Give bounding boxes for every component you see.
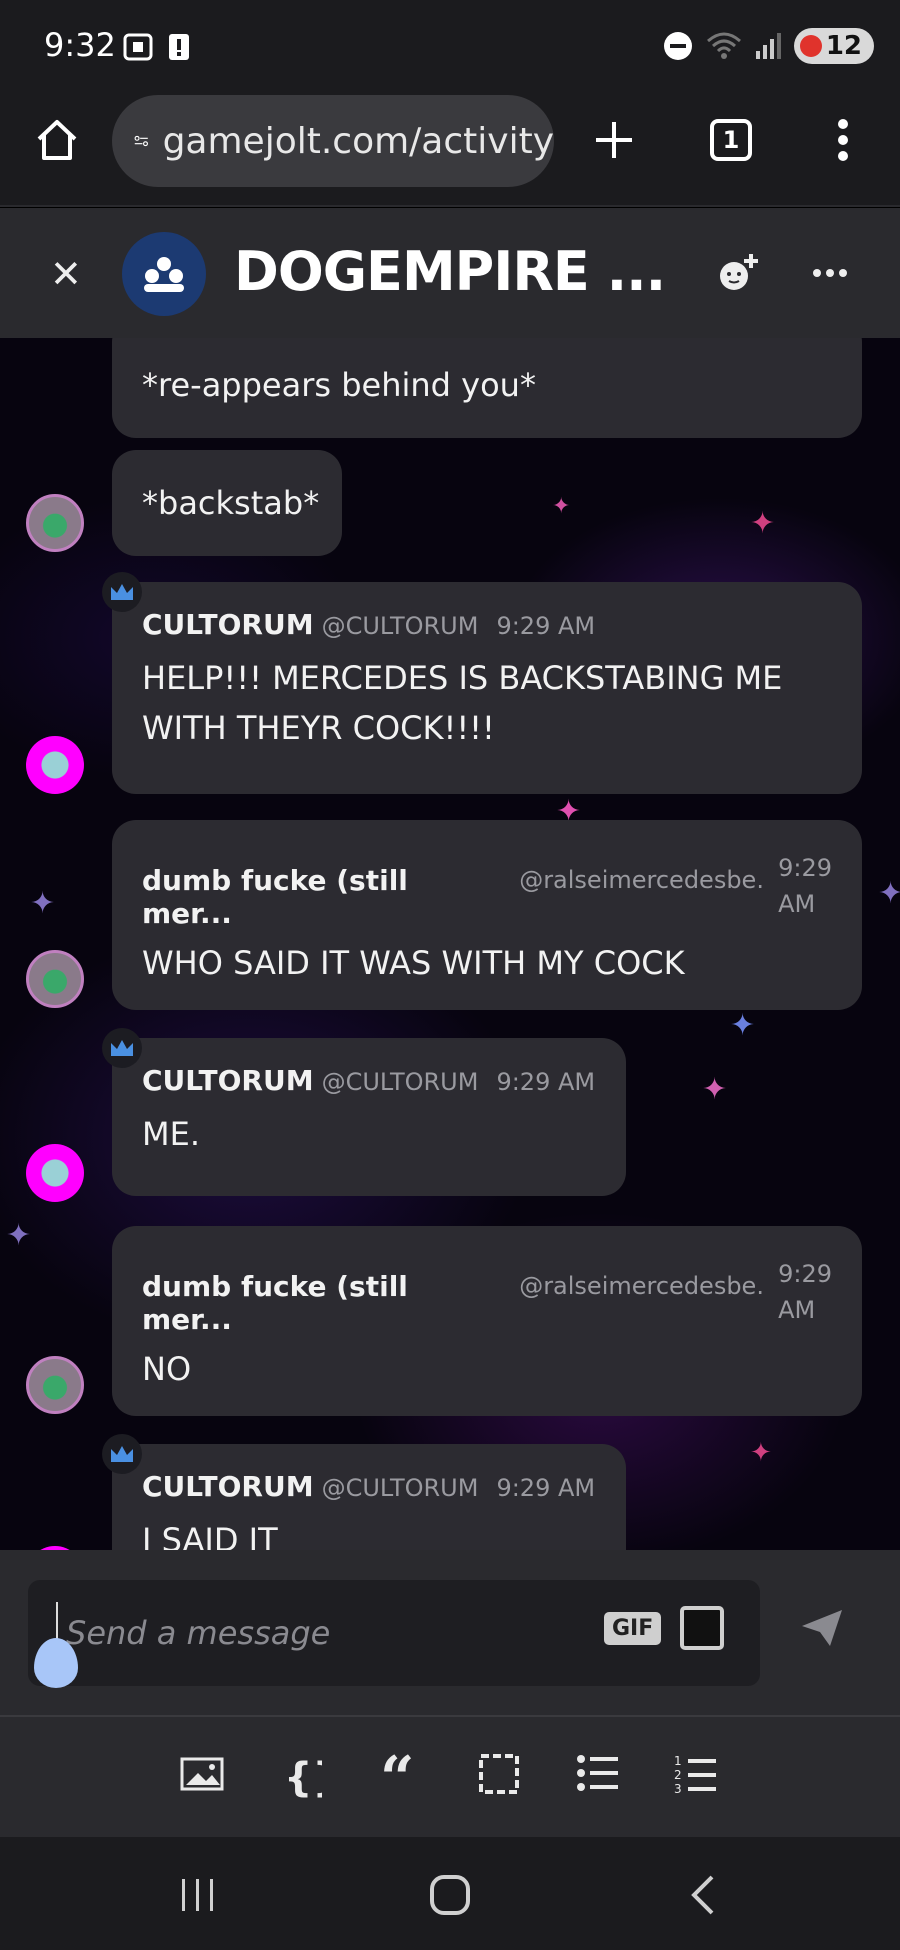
url-text: gamejolt.com/activity [162,120,554,162]
message-bubble[interactable]: *backstab* [112,450,342,556]
message-time-suffix: AM [778,890,816,918]
browser-toolbar: gamejolt.com/activity 1 [0,95,900,207]
battery-level: 12 [825,31,862,61]
message-author[interactable]: dumb fucke (still mer... [142,1270,497,1336]
message-bubble[interactable]: CULTORUM @CULTORUM 9:29 AM HELP!!! MERCEDE… [112,582,862,794]
message-handle[interactable]: @CULTORUM [322,612,479,640]
signal-icon [755,33,781,59]
sparkle-decoration: ✦ [878,876,900,911]
message-bubble[interactable]: dumb fucke (still mer... @ralseimercedes… [112,1226,862,1416]
more-options-icon[interactable] [836,117,850,163]
message-bubble[interactable]: CULTORUM @CULTORUM 9:29 AM I SAID IT [112,1444,626,1550]
message-placeholder: Send a message [66,1614,331,1652]
message-handle[interactable]: @CULTORUM [322,1068,479,1096]
gif-button[interactable]: GIF [604,1612,662,1645]
system-navigation-bar [0,1837,900,1950]
recent-apps-icon[interactable] [178,1875,218,1915]
message-text: *backstab* [142,484,320,522]
sparkle-decoration: ✦ [750,1438,772,1468]
message-text: I SAID IT [142,1521,278,1550]
message-handle[interactable]: @CULTORUM [322,1474,479,1502]
message-time-suffix: AM [778,1296,816,1324]
home-nav-icon[interactable] [428,1875,472,1915]
numbered-list-icon[interactable]: 123 [674,1753,718,1797]
send-icon[interactable] [800,1608,844,1648]
avatar[interactable] [26,736,84,794]
sparkle-decoration: ✦ [730,1008,756,1043]
sparkle-decoration: ✦ [6,1218,32,1253]
svg-text:“: “ [380,1753,415,1793]
chat-options-icon[interactable] [812,268,848,278]
avatar[interactable] [26,950,84,1008]
message-time: 9:29 AM [496,612,596,640]
group-icon [144,257,184,292]
message-time: 9:29 [778,1260,832,1288]
message-handle[interactable]: @ralseimercedesbe... [519,866,762,894]
status-bar: 9:32 12 [0,0,900,95]
sticker-button[interactable] [680,1606,724,1650]
status-time: 9:32 [44,26,116,64]
site-settings-icon[interactable] [134,126,149,156]
message-handle[interactable]: @ralseimercedesbe... [519,1272,762,1300]
bullet-list-icon[interactable] [576,1753,620,1793]
back-icon[interactable] [688,1875,718,1915]
spoiler-icon[interactable] [478,1753,520,1795]
message-time: 9:29 AM [496,1474,596,1502]
code-block-icon[interactable]: {} [282,1753,322,1799]
sparkle-decoration: ✦ [30,886,56,921]
image-icon[interactable] [180,1753,228,1793]
crown-icon [102,1434,142,1474]
crown-icon [102,1028,142,1068]
sparkle-decoration: ✦ [702,1072,728,1107]
alert-icon [169,34,189,60]
battery-indicator: 12 [793,28,874,64]
battery-saver-icon [799,35,822,57]
message-text: NO [142,1350,192,1388]
svg-text:1: 1 [674,1754,682,1768]
message-text: WITH THEYR COCK!!!! [142,709,495,747]
message-bubble[interactable]: *re-appears behind you* [112,338,862,438]
message-time: 9:29 AM [496,1068,596,1096]
message-text: WHO SAID IT WAS WITH MY COCK [142,944,685,982]
avatar[interactable] [26,494,84,552]
tab-count: 1 [722,126,740,154]
tab-switcher-button[interactable]: 1 [710,119,752,161]
home-icon[interactable] [34,117,80,163]
svg-text:{}: {} [284,1755,322,1799]
message-input[interactable]: Send a message GIF [28,1580,760,1688]
quote-icon[interactable]: “ [380,1753,420,1793]
formatting-toolbar: {} “ 123 [0,1715,900,1837]
close-icon[interactable]: ✕ [50,252,82,296]
chat-title[interactable]: DOGEMPIRE ... [234,240,666,303]
message-bubble[interactable]: dumb fucke (still mer... @ralseimercedes… [112,820,862,1010]
status-notification-icons [122,32,190,62]
message-author[interactable]: CULTORUM [142,1064,314,1097]
svg-text:2: 2 [674,1768,682,1782]
message-time: 9:29 [778,854,832,882]
message-text: *re-appears behind you* [142,366,536,404]
do-not-disturb-icon [663,32,692,60]
sparkle-decoration: ✦ [750,506,776,541]
avatar[interactable] [26,1356,84,1414]
add-member-icon[interactable] [716,252,758,294]
screenshot-icon [123,33,153,61]
svg-text:3: 3 [674,1782,682,1796]
address-bar[interactable]: gamejolt.com/activity [112,95,554,187]
chat-messages[interactable]: ✦ ✦ ✦ ✦ ✦ ✦ ✦ ✦ ✦ ✦ *re-appears behind y… [0,338,900,1550]
message-author[interactable]: CULTORUM [142,608,314,641]
crown-icon [102,572,142,612]
group-avatar[interactable] [122,232,206,316]
new-tab-icon[interactable] [594,117,634,163]
message-text: ME. [142,1115,200,1153]
chat-header: ✕ DOGEMPIRE ... [0,208,900,338]
avatar[interactable] [26,1144,84,1202]
message-author[interactable]: CULTORUM [142,1470,314,1503]
message-text: HELP!!! MERCEDES IS BACKSTABING ME [142,659,783,697]
message-composer: Send a message GIF [0,1550,900,1715]
status-right-icons: 12 [662,28,874,64]
message-bubble[interactable]: CULTORUM @CULTORUM 9:29 AM ME. [112,1038,626,1196]
sparkle-decoration: ✦ [552,494,571,519]
wifi-icon [706,32,741,59]
message-author[interactable]: dumb fucke (still mer... [142,864,497,930]
